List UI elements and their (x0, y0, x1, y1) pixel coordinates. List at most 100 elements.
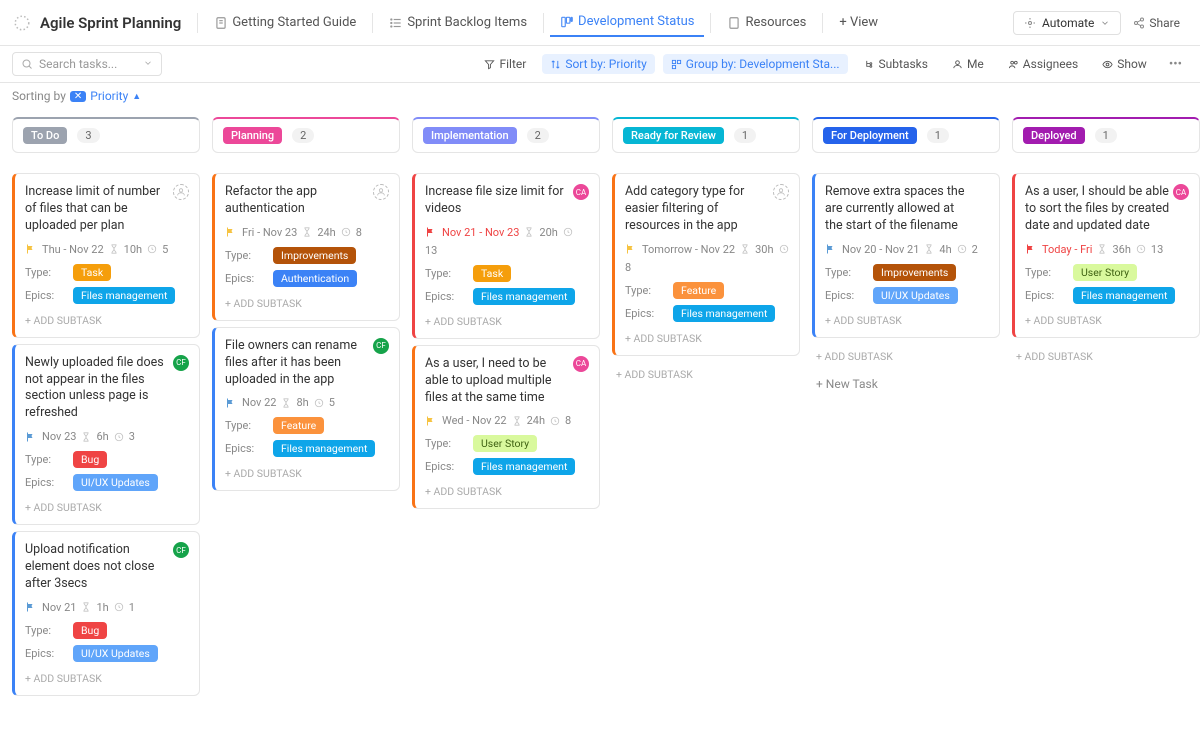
assignee-placeholder-icon[interactable] (373, 184, 389, 200)
filter-chip[interactable]: Filter (476, 54, 534, 74)
column-status-pill: Planning (223, 127, 282, 144)
column-header[interactable]: Deployed 1 (1012, 117, 1200, 153)
add-subtask-button[interactable]: + ADD SUBTASK (425, 311, 589, 332)
add-subtask-button[interactable]: + ADD SUBTASK (225, 293, 389, 314)
assignee-avatar[interactable]: CA (573, 184, 589, 200)
task-card[interactable]: CF Upload notification element does not … (12, 531, 200, 696)
type-label: Type: (25, 453, 65, 466)
automate-button[interactable]: Automate (1013, 11, 1121, 35)
group-chip[interactable]: Group by: Development Sta... (663, 54, 848, 74)
epics-label: Epics: (25, 289, 65, 302)
task-hours: 8h (296, 396, 308, 409)
task-subcount: 1 (129, 601, 135, 614)
sort-arrow: ▲ (132, 91, 141, 102)
add-subtask-button[interactable]: + ADD SUBTASK (25, 668, 189, 689)
chevron-down-icon (1100, 18, 1110, 28)
subtask-count-icon (1136, 244, 1146, 254)
subtasks-chip[interactable]: Subtasks (856, 54, 936, 74)
assignee-avatar[interactable]: CF (173, 542, 189, 558)
me-chip[interactable]: Me (944, 54, 992, 74)
add-subtask-button[interactable]: + ADD SUBTASK (1012, 344, 1200, 369)
task-card[interactable]: CF Newly uploaded file does not appear i… (12, 344, 200, 526)
show-chip[interactable]: Show (1094, 54, 1155, 74)
assignee-avatar[interactable]: CA (1173, 184, 1189, 200)
hourglass-icon (512, 416, 522, 426)
hourglass-icon (81, 602, 91, 612)
sort-chip[interactable]: Sort by: Priority (542, 54, 654, 74)
add-subtask-button[interactable]: + ADD SUBTASK (425, 481, 589, 502)
task-card[interactable]: CA Increase file size limit for videos N… (412, 173, 600, 339)
type-label: Type: (425, 267, 465, 280)
assignee-placeholder-icon[interactable] (173, 184, 189, 200)
task-card[interactable]: CA As a user, I need to be able to uploa… (412, 345, 600, 510)
subtask-count-icon (779, 244, 789, 254)
assignee-placeholder-icon[interactable] (773, 184, 789, 200)
search-input[interactable]: Search tasks... (12, 52, 162, 76)
hourglass-icon (81, 432, 91, 442)
add-subtask-button[interactable]: + ADD SUBTASK (25, 310, 189, 331)
column-header[interactable]: For Deployment 1 (812, 117, 1000, 153)
add-subtask-button[interactable]: + ADD SUBTASK (625, 328, 789, 349)
task-card[interactable]: CF File owners can rename files after it… (212, 327, 400, 492)
subtask-count-icon (314, 398, 324, 408)
flag-icon (425, 415, 437, 427)
add-subtask-button[interactable]: + ADD SUBTASK (825, 310, 989, 331)
epics-label: Epics: (1025, 289, 1065, 302)
type-badge: Task (473, 265, 511, 282)
task-title: Increase limit of number of files that c… (25, 184, 189, 235)
new-task-button[interactable]: + New Task (812, 369, 1000, 399)
add-subtask-button[interactable]: + ADD SUBTASK (812, 344, 1000, 369)
share-button[interactable]: Share (1125, 12, 1188, 34)
task-title: Upload notification element does not clo… (25, 542, 189, 593)
task-dates: Nov 23 (42, 430, 76, 443)
task-dates: Tomorrow - Nov 22 (642, 243, 735, 256)
epic-badge: Files management (473, 458, 575, 475)
task-card[interactable]: Remove extra spaces the are currently al… (812, 173, 1000, 338)
task-dates: Fri - Nov 23 (242, 226, 297, 239)
task-card[interactable]: CA As a user, I should be able to sort t… (1012, 173, 1200, 338)
tab-resources[interactable]: Resources (717, 9, 816, 36)
column-header[interactable]: Ready for Review 1 (612, 117, 800, 153)
tab-development-status[interactable]: Development Status (550, 8, 704, 37)
assignee-avatar[interactable]: CA (573, 356, 589, 372)
add-subtask-button[interactable]: + ADD SUBTASK (225, 463, 389, 484)
task-hours: 4h (939, 243, 951, 256)
add-subtask-button[interactable]: + ADD SUBTASK (612, 362, 800, 387)
task-hours: 6h (96, 430, 108, 443)
sort-icon (550, 59, 561, 70)
task-card[interactable]: Increase limit of number of files that c… (12, 173, 200, 338)
task-meta: Nov 21 1h 1 (25, 601, 189, 614)
clear-sort-button[interactable]: ✕ (70, 91, 86, 102)
task-dates: Nov 21 (42, 601, 76, 614)
epics-label: Epics: (425, 460, 465, 473)
subtask-count-icon (147, 244, 157, 254)
column-header[interactable]: Implementation 2 (412, 117, 600, 153)
more-menu[interactable]: ••• (1163, 54, 1188, 75)
task-dates: Nov 21 - Nov 23 (442, 226, 519, 239)
sort-value[interactable]: Priority (90, 89, 128, 103)
epics-label: Epics: (225, 272, 265, 285)
task-title: Newly uploaded file does not appear in t… (25, 355, 189, 423)
task-title: Add category type for easier filtering o… (625, 184, 789, 235)
tab-sprint-backlog[interactable]: Sprint Backlog Items (379, 9, 537, 36)
subtask-count-icon (114, 602, 124, 612)
task-card[interactable]: Add category type for easier filtering o… (612, 173, 800, 356)
tab-getting-started[interactable]: Getting Started Guide (204, 9, 366, 36)
add-subtask-button[interactable]: + ADD SUBTASK (25, 497, 189, 518)
assignee-avatar[interactable]: CF (173, 355, 189, 371)
type-badge: User Story (473, 435, 537, 452)
add-view-button[interactable]: + View (829, 9, 888, 36)
add-subtask-button[interactable]: + ADD SUBTASK (1025, 310, 1189, 331)
assignee-avatar[interactable]: CF (373, 338, 389, 354)
column-header[interactable]: To Do 3 (12, 117, 200, 153)
epic-badge: Files management (273, 440, 375, 457)
task-dates: Wed - Nov 22 (442, 414, 507, 427)
doc-icon (214, 16, 228, 30)
column-header[interactable]: Planning 2 (212, 117, 400, 153)
task-card[interactable]: Refactor the app authentication Fri - No… (212, 173, 400, 321)
assignees-chip[interactable]: Assignees (1000, 54, 1086, 74)
person-icon (952, 59, 963, 70)
eye-icon (1102, 59, 1113, 70)
board-column: For Deployment 1 Remove extra spaces the… (812, 117, 1000, 399)
column-count: 1 (734, 128, 756, 143)
